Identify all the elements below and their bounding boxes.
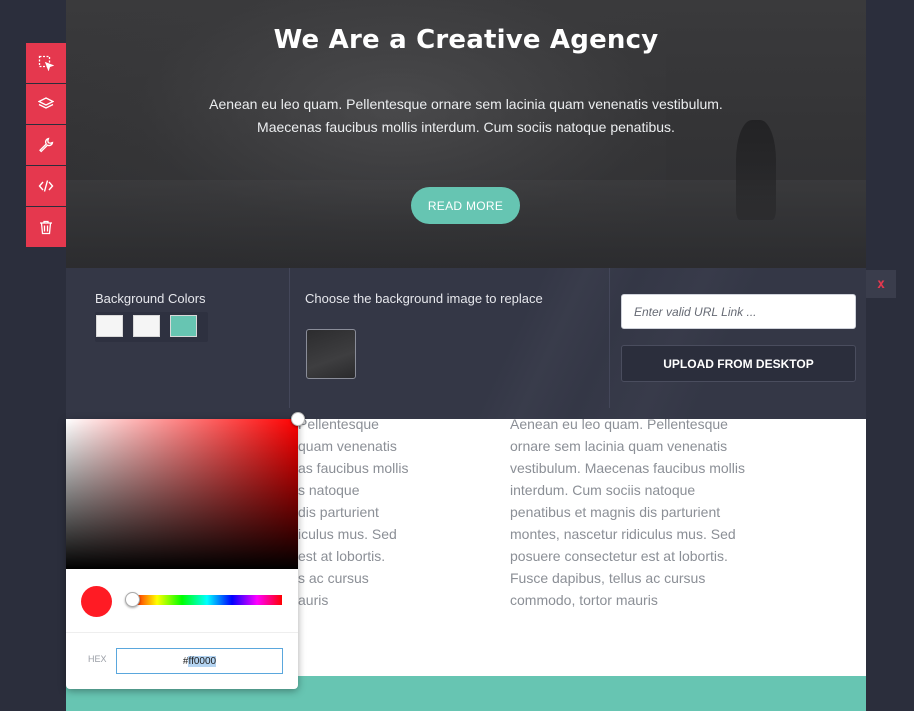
content-text-column-2: Aenean eu leo quam. Pellentesque ornare … bbox=[510, 416, 745, 608]
hue-slider[interactable] bbox=[132, 595, 282, 605]
upload-from-desktop-button[interactable]: UPLOAD FROM DESKTOP bbox=[621, 345, 856, 382]
settings-tool-button[interactable] bbox=[26, 125, 66, 165]
layers-tool-button[interactable] bbox=[26, 84, 66, 124]
color-swatch-2[interactable] bbox=[133, 315, 160, 337]
hero-description: Aenean eu leo quam. Pellentesque ornare … bbox=[166, 93, 766, 139]
select-icon bbox=[38, 55, 54, 71]
hero-description-line2: Maecenas faucibus mollis interdum. Cum s… bbox=[257, 119, 675, 135]
trash-icon bbox=[40, 220, 52, 235]
picker-divider bbox=[66, 632, 298, 633]
code-icon bbox=[38, 180, 54, 192]
color-swatch-row bbox=[95, 312, 208, 342]
hex-selected-text: ff0000 bbox=[188, 655, 217, 667]
saturation-area[interactable] bbox=[66, 419, 298, 569]
wrench-icon bbox=[39, 137, 54, 153]
hero-description-line1: Aenean eu leo quam. Pellentesque ornare … bbox=[209, 96, 723, 112]
delete-tool-button[interactable] bbox=[26, 207, 66, 247]
select-tool-button[interactable] bbox=[26, 43, 66, 83]
color-swatch-3[interactable] bbox=[170, 315, 197, 337]
saturation-handle[interactable] bbox=[291, 412, 305, 426]
background-settings-panel: Background Colors Choose the background … bbox=[66, 268, 866, 419]
color-picker-popup: HEX # ff0000 bbox=[66, 412, 305, 689]
background-image-label: Choose the background image to replace bbox=[305, 291, 543, 306]
content-text-column-1: Pellentesque quam venenatis as faucibus … bbox=[298, 416, 409, 608]
hero-section: We Are a Creative Agency Aenean eu leo q… bbox=[66, 0, 866, 268]
editor-toolbar bbox=[26, 43, 66, 248]
panel-divider-1 bbox=[289, 268, 290, 408]
panel-divider-2 bbox=[609, 268, 610, 408]
layers-icon bbox=[38, 97, 54, 109]
background-image-thumbnail[interactable] bbox=[306, 329, 356, 379]
close-panel-button[interactable]: x bbox=[866, 270, 896, 298]
code-tool-button[interactable] bbox=[26, 166, 66, 206]
read-more-button[interactable]: READ MORE bbox=[411, 187, 520, 224]
hue-slider-handle[interactable] bbox=[125, 592, 140, 607]
color-swatch-1[interactable] bbox=[96, 315, 123, 337]
url-link-input[interactable] bbox=[621, 294, 856, 329]
hex-input[interactable]: # ff0000 bbox=[116, 648, 283, 674]
hex-label: HEX bbox=[88, 654, 107, 664]
hero-title: We Are a Creative Agency bbox=[273, 25, 659, 55]
color-preview bbox=[81, 586, 112, 617]
background-colors-label: Background Colors bbox=[95, 291, 206, 306]
